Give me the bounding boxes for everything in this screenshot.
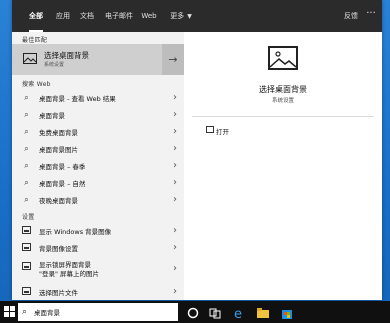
search-icon: ⌕ [24, 127, 29, 136]
search-icon: ⌕ [24, 178, 29, 187]
file-explorer-icon[interactable] [256, 305, 270, 319]
web-result-label: 桌面背景 - 查看 Web 结果 [39, 95, 116, 103]
filter-tabs-bar: 全部 应用 文档 电子邮件 Web 更多 ▼ 反馈 ··· [12, 0, 382, 32]
web-result-item[interactable]: ⌕ 夜晚桌面背景 › [12, 191, 184, 208]
settings-result-item[interactable]: 背景图像设置 › [12, 239, 184, 256]
tab-more-label: 更多 [170, 12, 185, 20]
settings-result-item[interactable]: 选择图片文件 › [12, 283, 184, 300]
chevron-right-icon: › [173, 92, 177, 103]
settings-result-label: 显示 Windows 背景图像 [39, 228, 112, 236]
best-match-expand-arrow-icon[interactable]: → [162, 44, 184, 75]
tab-more[interactable]: 更多 ▼ [166, 0, 196, 32]
chevron-right-icon: › [173, 225, 177, 236]
chevron-right-icon: › [173, 160, 177, 171]
search-icon: ⌕ [24, 93, 29, 102]
search-icon: ⌕ [24, 144, 29, 153]
chevron-right-icon: › [173, 263, 177, 274]
edge-browser-icon[interactable]: e [232, 305, 246, 322]
preview-pane: 选择桌面背景 系统设置 打开 [184, 32, 382, 300]
picture-settings-icon [22, 243, 31, 251]
web-result-item[interactable]: ⌕ 免费桌面背景 › [12, 123, 184, 140]
open-icon [206, 126, 214, 133]
tab-web[interactable]: Web [140, 0, 158, 32]
feedback-button[interactable]: 反馈 [342, 0, 360, 32]
preview-title: 选择桌面背景 [259, 85, 307, 94]
open-button[interactable]: 打开 [216, 126, 229, 136]
chevron-right-icon: › [173, 177, 177, 188]
web-result-label: 桌面背景图片 [39, 146, 78, 154]
picture-icon [23, 53, 37, 64]
search-panel: 全部 应用 文档 电子邮件 Web 更多 ▼ 反馈 ··· 最佳匹配 选择桌面背景… [12, 0, 382, 300]
section-settings: 设置 [22, 214, 35, 221]
monitor-icon [22, 226, 31, 234]
more-options-icon[interactable]: ··· [364, 0, 378, 32]
search-icon: ⌕ [24, 161, 29, 170]
web-result-item[interactable]: ⌕ 桌面背景图片 › [12, 140, 184, 157]
best-match-title: 选择桌面背景 [44, 51, 89, 60]
chevron-right-icon: › [173, 109, 177, 120]
web-result-item[interactable]: ⌕ 桌面背景 – 自然 › [12, 174, 184, 191]
settings-result-label: 选择图片文件 [39, 289, 78, 297]
preview-subtitle: 系统设置 [271, 98, 294, 104]
settings-result-item[interactable]: 显示锁屏界面背景 "登录" 屏幕上的图片 › [12, 256, 184, 282]
search-icon: ⌕ [24, 195, 29, 204]
chevron-right-icon: › [173, 242, 177, 253]
web-result-label: 免费桌面背景 [39, 129, 78, 137]
chevron-right-icon: › [173, 194, 177, 205]
chevron-down-icon: ▼ [187, 13, 192, 20]
picture-file-icon [22, 287, 31, 295]
task-view-icon[interactable] [208, 305, 222, 319]
search-icon: ⌕ [24, 110, 29, 119]
settings-result-label-line2: "登录" 屏幕上的图片 [39, 270, 100, 278]
best-match-item[interactable] [12, 44, 184, 75]
search-icon: ⌕ [22, 307, 28, 317]
web-result-item[interactable]: ⌕ 桌面背景 - 查看 Web 结果 › [12, 89, 184, 106]
taskbar: ⌕ 桌面背景 e [0, 301, 390, 323]
web-result-label: 夜晚桌面背景 [39, 197, 78, 205]
tab-email[interactable]: 电子邮件 [102, 0, 136, 32]
tab-documents[interactable]: 文档 [78, 0, 96, 32]
tab-all[interactable]: 全部 [26, 0, 46, 32]
best-match-subtitle: 系统设置 [44, 62, 65, 68]
web-result-label: 桌面背景 – 自然 [39, 180, 86, 188]
chevron-right-icon: › [173, 143, 177, 154]
store-icon[interactable] [280, 305, 294, 319]
search-input[interactable]: 桌面背景 [34, 307, 60, 317]
tab-apps[interactable]: 应用 [54, 0, 72, 32]
picture-icon [268, 46, 298, 70]
settings-result-label: 背景图像设置 [39, 245, 78, 253]
lock-screen-icon [22, 262, 31, 270]
web-result-label: 桌面背景 [39, 112, 65, 120]
cortana-icon[interactable] [186, 305, 200, 319]
divider [192, 116, 374, 117]
section-best-match: 最佳匹配 [22, 37, 48, 44]
web-result-label: 桌面背景 – 春季 [39, 163, 86, 171]
section-web: 搜索 Web [22, 81, 51, 88]
web-result-item[interactable]: ⌕ 桌面背景 – 春季 › [12, 157, 184, 174]
svg-text:e: e [234, 307, 242, 320]
settings-result-item[interactable]: 显示 Windows 背景图像 › [12, 222, 184, 239]
web-result-item[interactable]: ⌕ 桌面背景 › [12, 106, 184, 123]
chevron-right-icon: › [173, 286, 177, 297]
results-list: 最佳匹配 选择桌面背景 系统设置 → 搜索 Web ⌕ 桌面背景 - 查看 We… [12, 32, 184, 300]
windows-start-icon[interactable] [4, 306, 16, 318]
taskbar-search-box[interactable]: ⌕ 桌面背景 [18, 303, 178, 321]
chevron-right-icon: › [173, 126, 177, 137]
